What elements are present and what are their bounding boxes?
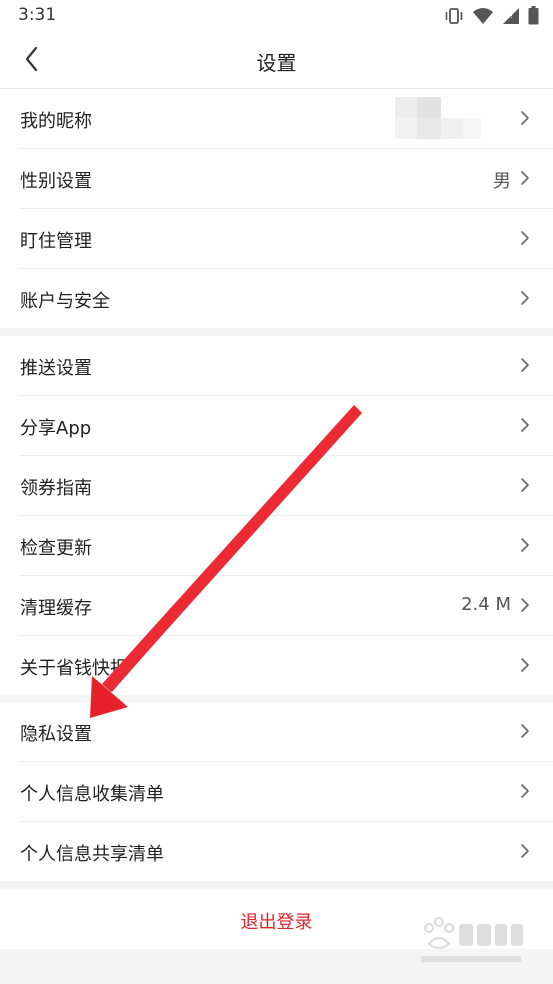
settings-row-check-update[interactable]: 检查更新	[20, 516, 553, 576]
row-label: 个人信息收集清单	[20, 784, 164, 805]
row-label: 关于省钱快报	[20, 658, 128, 679]
chevron-right-icon	[521, 538, 529, 552]
status-bar: 3:31 !	[0, 0, 553, 30]
row-value: 男	[493, 171, 511, 192]
battery-icon	[528, 6, 539, 25]
page-title: 设置	[256, 51, 297, 75]
row-label: 账户与安全	[20, 291, 110, 312]
chevron-right-icon	[521, 478, 529, 492]
settings-group-account: 我的昵称 性别设置 男 盯住管理 账户与安全	[0, 89, 553, 328]
status-icons: !	[444, 6, 539, 25]
row-label: 盯住管理	[20, 231, 92, 252]
settings-group-general: 推送设置 分享App 领券指南 检查更新 清理缓存 2.4 M 关于省钱快报	[0, 336, 553, 695]
settings-row-clear-cache[interactable]: 清理缓存 2.4 M	[20, 576, 553, 636]
row-label: 我的昵称	[20, 111, 92, 132]
row-label: 清理缓存	[20, 598, 92, 619]
chevron-right-icon	[521, 171, 529, 185]
status-time: 3:31	[18, 5, 57, 25]
chevron-right-icon	[521, 784, 529, 798]
row-label: 推送设置	[20, 358, 92, 379]
settings-row-info-sharing-list[interactable]: 个人信息共享清单	[20, 822, 553, 881]
row-label: 隐私设置	[20, 724, 92, 745]
chevron-right-icon	[521, 844, 529, 858]
settings-row-watch-management[interactable]: 盯住管理	[20, 209, 553, 269]
vibrate-icon	[445, 7, 463, 24]
wifi-icon	[473, 7, 493, 24]
settings-row-nickname[interactable]: 我的昵称	[20, 89, 553, 149]
chevron-right-icon	[521, 291, 529, 305]
settings-row-coupon-guide[interactable]: 领券指南	[20, 456, 553, 516]
chevron-right-icon	[521, 658, 529, 672]
signal-icon: !	[503, 7, 519, 24]
row-label: 分享App	[20, 418, 92, 439]
settings-row-gender[interactable]: 性别设置 男	[20, 149, 553, 209]
chevron-right-icon	[521, 231, 529, 245]
chevron-right-icon	[521, 724, 529, 738]
settings-row-share-app[interactable]: 分享App	[20, 396, 553, 456]
chevron-right-icon	[521, 418, 529, 432]
settings-row-privacy[interactable]: 隐私设置	[20, 702, 553, 762]
settings-row-push[interactable]: 推送设置	[20, 336, 553, 396]
row-label: 性别设置	[20, 171, 92, 192]
nav-bar: 设置	[0, 30, 553, 89]
chevron-right-icon	[521, 358, 529, 372]
blurred-nickname	[395, 97, 481, 139]
row-label: 个人信息共享清单	[20, 844, 164, 865]
settings-row-account-security[interactable]: 账户与安全	[20, 269, 553, 328]
settings-row-info-collection-list[interactable]: 个人信息收集清单	[20, 762, 553, 822]
settings-group-privacy: 隐私设置 个人信息收集清单 个人信息共享清单	[0, 702, 553, 881]
chevron-right-icon	[521, 598, 529, 612]
baidu-watermark	[421, 917, 523, 962]
row-value: 2.4 M	[461, 594, 511, 615]
chevron-right-icon	[521, 111, 529, 125]
svg-text:!: !	[510, 11, 513, 20]
row-label: 领券指南	[20, 478, 92, 499]
settings-row-about[interactable]: 关于省钱快报	[20, 636, 553, 695]
row-label: 检查更新	[20, 538, 92, 559]
